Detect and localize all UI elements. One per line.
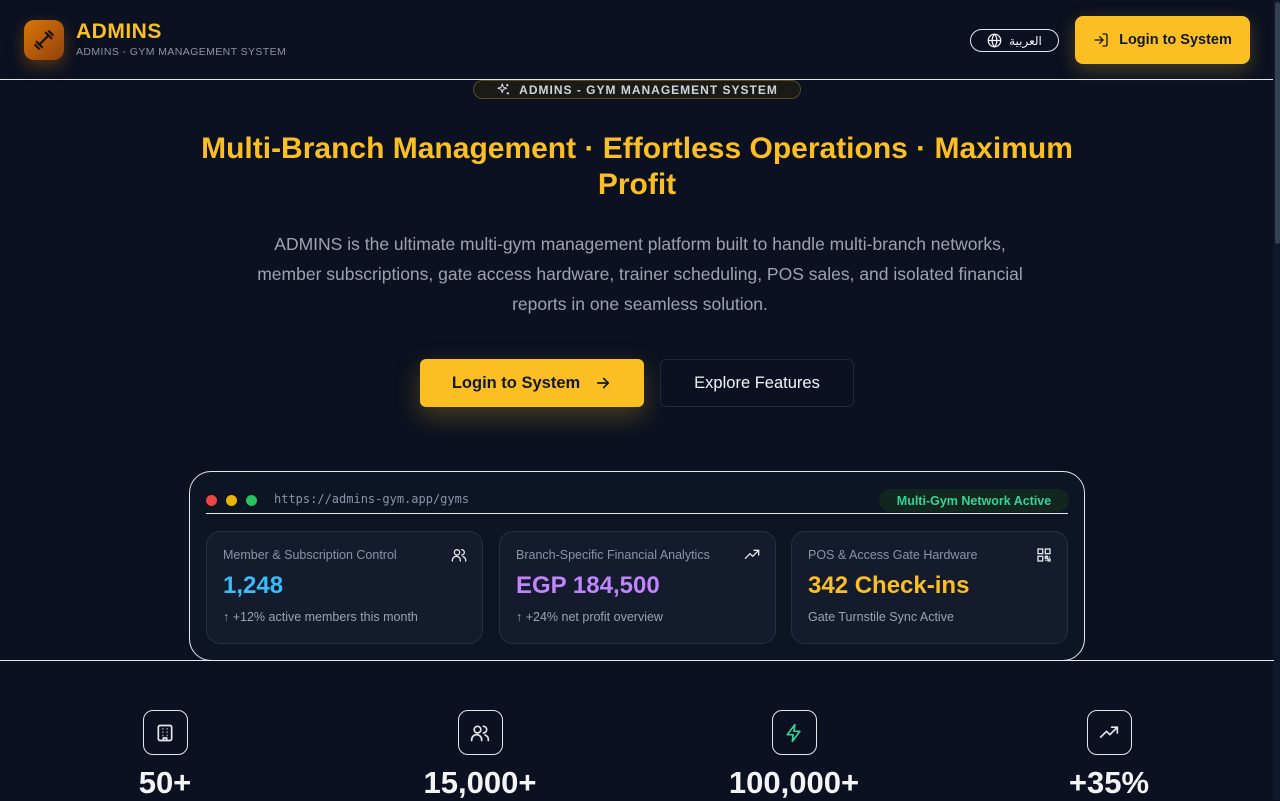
bolt-icon [771, 710, 817, 755]
arrow-right-icon [597, 377, 610, 389]
header-login-label: Login to System [1119, 32, 1232, 48]
explore-features-button[interactable]: Explore Features [660, 359, 854, 407]
preview-url: https://admins-gym.app/gyms [274, 492, 470, 506]
hero-login-button[interactable]: Login to System [420, 359, 644, 407]
users-icon [457, 710, 503, 755]
section-divider [0, 660, 1274, 661]
card-title: Branch-Specific Financial Analytics [516, 548, 710, 562]
window-maximize-dot [246, 495, 257, 506]
network-status-badge: Multi-Gym Network Active [879, 489, 1069, 512]
members-card[interactable]: Member & Subscription Control 1,248 ↑ +1… [206, 531, 483, 644]
users-icon [451, 549, 467, 562]
stat-growth: +35% [979, 710, 1239, 801]
building-icon [142, 710, 188, 755]
stat-value: 100,000+ [728, 765, 860, 800]
trending-up-icon [744, 549, 760, 559]
stat-value: 15,000+ [423, 765, 537, 800]
stat-value: +35% [1068, 765, 1150, 800]
qr-code-icon [1037, 548, 1051, 562]
header-login-button[interactable]: Login to System [1075, 16, 1250, 64]
card-note: Gate Turnstile Sync Active [808, 610, 954, 624]
trending-up-icon [1086, 710, 1132, 755]
log-in-icon [1094, 33, 1108, 47]
hero-badge: ADMINS - GYM MANAGEMENT SYSTEM [473, 80, 801, 99]
site-header: ADMINS ADMINS - GYM MANAGEMENT SYSTEM ال… [0, 0, 1280, 80]
card-value: 1,248 [223, 572, 284, 599]
card-note: ↑ +24% net profit overview [516, 610, 663, 624]
hero-description: ADMINS is the ultimate multi-gym managem… [257, 234, 1023, 314]
hero-title: Multi-Branch Management · Effortless Ope… [201, 132, 1073, 201]
stat-value: 50+ [138, 765, 192, 800]
card-value: EGP 184,500 [516, 572, 660, 599]
stat-members: 15,000+ [350, 710, 610, 801]
window-divider [206, 513, 1068, 514]
window-close-dot [206, 495, 217, 506]
dashboard-preview-window: https://admins-gym.app/gyms Multi-Gym Ne… [189, 471, 1085, 661]
globe-icon [987, 33, 1002, 48]
hero-badge-label: ADMINS - GYM MANAGEMENT SYSTEM [519, 82, 778, 97]
language-toggle-button[interactable]: العربية [970, 29, 1059, 52]
scrollbar-thumb[interactable] [1275, 2, 1280, 244]
hero-login-label: Login to System [451, 373, 581, 392]
card-note: ↑ +12% active members this month [223, 610, 418, 624]
dumbbell-logo-icon[interactable] [24, 20, 64, 60]
brand-subtitle: ADMINS - GYM MANAGEMENT SYSTEM [76, 46, 287, 58]
card-title: POS & Access Gate Hardware [808, 548, 978, 562]
brand-title: ADMINS [76, 20, 162, 43]
page-scrollbar[interactable] [1273, 0, 1280, 800]
card-value: 342 Check-ins [808, 572, 970, 599]
gate-hardware-card[interactable]: POS & Access Gate Hardware 342 Check-ins… [791, 531, 1068, 644]
stat-gyms: 50+ [35, 710, 295, 801]
stat-checkins: 100,000+ [664, 710, 924, 801]
language-label: العربية [1009, 33, 1042, 48]
window-minimize-dot [226, 495, 237, 506]
financial-card[interactable]: Branch-Specific Financial Analytics EGP … [499, 531, 776, 644]
card-title: Member & Subscription Control [223, 548, 397, 562]
sparkles-icon [497, 83, 510, 95]
